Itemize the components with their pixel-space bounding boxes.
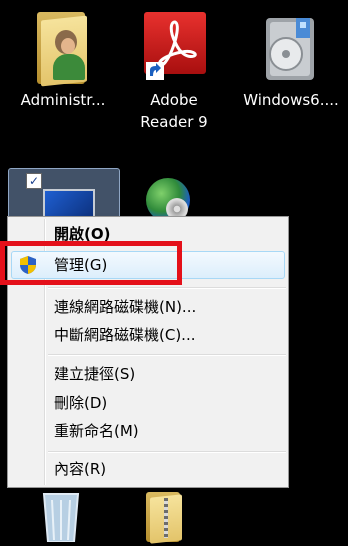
menu-separator (48, 287, 286, 289)
menu-item-label: 重新命名(M) (54, 422, 139, 440)
menu-item-label: 內容(R) (54, 460, 107, 478)
menu-item-disconnect-network-drive[interactable]: 中斷網路磁碟機(C)... (8, 321, 288, 349)
desktop-icon-label-line1: Adobe (150, 91, 198, 109)
menu-separator (48, 451, 286, 453)
menu-item-label: 連線網路磁碟機(N)... (54, 298, 197, 316)
desktop-icon-label-line2: Reader 9 (140, 113, 208, 131)
desktop-icon-zip-folder[interactable] (142, 490, 192, 544)
desktop-icon-network[interactable] (140, 176, 200, 222)
menu-item-label: 中斷網路磁碟機(C)... (54, 326, 196, 344)
menu-item-delete[interactable]: 刪除(D) (8, 389, 288, 417)
adobe-reader-icon (142, 10, 208, 82)
desktop-icon-recycle-bin[interactable] (36, 492, 86, 543)
menu-item-create-shortcut[interactable]: 建立捷徑(S) (8, 360, 288, 388)
menu-item-label: 建立捷徑(S) (54, 365, 136, 383)
menu-separator (48, 354, 286, 356)
installer-package-icon (260, 12, 322, 84)
user-folder-icon (35, 8, 95, 87)
menu-item-properties[interactable]: 內容(R) (8, 455, 288, 483)
selection-checkbox[interactable]: ✓ (26, 173, 42, 189)
desktop-icon-label: Windows6.... (243, 91, 339, 109)
desktop-icon-computer[interactable]: ✓ (8, 168, 120, 222)
menu-item-label: 刪除(D) (54, 394, 108, 412)
desktop-icon-label: Administr... (20, 91, 106, 109)
zip-folder-icon (146, 490, 188, 544)
annotation-highlight-box (0, 241, 182, 285)
desktop-icon-windows6[interactable]: Windows6.... (236, 8, 346, 109)
menu-item-rename[interactable]: 重新命名(M) (8, 417, 288, 445)
menu-item-map-network-drive[interactable]: 連線網路磁碟機(N)... (8, 293, 288, 321)
desktop-icon-administrator[interactable]: Administr... (13, 8, 113, 109)
desktop-icon-adobe-reader[interactable]: Adobe Reader 9 (124, 8, 224, 138)
recycle-bin-icon (40, 492, 82, 543)
